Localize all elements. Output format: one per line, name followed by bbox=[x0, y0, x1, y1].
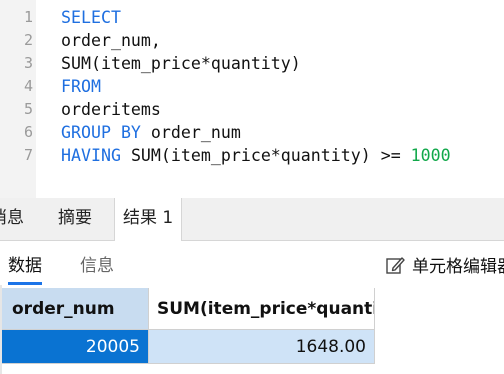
tab-result-1[interactable]: 结果 1 bbox=[114, 198, 183, 241]
result-toolbar: 数据 信息 单元格编辑器 bbox=[0, 241, 504, 285]
code-text: SELECT bbox=[61, 6, 121, 29]
line-number: 6 bbox=[23, 123, 33, 141]
sql-keyword: FROM bbox=[61, 77, 101, 96]
sql-token: SUM(item_price*quantity) >= bbox=[120, 146, 411, 165]
code-text: SUM(item_price*quantity) bbox=[61, 52, 301, 75]
cell-editor-label: 单元格编辑器 bbox=[412, 257, 504, 277]
code-text: HAVING SUM(item_price*quantity) >= 1000 bbox=[61, 144, 451, 167]
tab-messages[interactable]: 消息 bbox=[0, 198, 24, 240]
line-number: 3 bbox=[23, 54, 33, 72]
sql-token: order_num, bbox=[61, 31, 161, 50]
code-text: FROM bbox=[61, 75, 101, 98]
query-window: 1 SELECT 2 order_num, 3 SUM(item_price*quanti… bbox=[0, 0, 504, 374]
sql-editor[interactable]: 1 SELECT 2 order_num, 3 SUM(item_price*quanti… bbox=[0, 0, 504, 198]
sql-keyword: GROUP BY bbox=[61, 123, 141, 142]
code-text: orderitems bbox=[61, 98, 161, 121]
line-number: 5 bbox=[23, 100, 33, 118]
code-line[interactable]: 5 orderitems bbox=[0, 98, 504, 121]
result-tab-strip: 消息 摘要 结果 1 bbox=[0, 198, 504, 241]
line-number: 1 bbox=[23, 8, 33, 26]
sql-token: order_num bbox=[140, 123, 241, 142]
sql-keyword: SELECT bbox=[61, 8, 121, 27]
sql-number: 1000 bbox=[410, 146, 451, 165]
line-number: 4 bbox=[23, 77, 33, 95]
code-line[interactable]: 6 GROUP BY order_num bbox=[0, 121, 504, 144]
code-line[interactable]: 2 order_num, bbox=[0, 29, 504, 52]
code-line[interactable]: 3 SUM(item_price*quantity) bbox=[0, 52, 504, 75]
code-text: GROUP BY order_num bbox=[61, 121, 241, 144]
code-line[interactable]: 1 SELECT bbox=[0, 6, 504, 29]
sql-token: orderitems bbox=[61, 100, 161, 119]
sql-token: SUM(item_price*quantity) bbox=[61, 54, 301, 73]
code-line[interactable]: 7 HAVING SUM(item_price*quantity) >= 1000 bbox=[0, 144, 504, 167]
code-text: order_num, bbox=[61, 29, 161, 52]
line-number: 2 bbox=[23, 31, 33, 49]
tab-info[interactable]: 信息 bbox=[80, 251, 114, 276]
column-header-sum[interactable]: SUM(item_price*quantity) bbox=[149, 288, 375, 330]
tab-summary[interactable]: 摘要 bbox=[58, 198, 92, 240]
cell-sum[interactable]: 1648.00 bbox=[149, 330, 375, 364]
pencil-edit-icon bbox=[386, 257, 405, 274]
cell-editor-button[interactable]: 单元格编辑器 bbox=[384, 252, 504, 277]
line-number: 7 bbox=[23, 146, 33, 164]
cell-order-num[interactable]: 20005 bbox=[2, 330, 149, 364]
sql-keyword: HAVING bbox=[61, 146, 121, 165]
column-header-order-num[interactable]: order_num bbox=[2, 288, 149, 330]
tab-data[interactable]: 数据 bbox=[8, 251, 42, 285]
code-line[interactable]: 4 FROM bbox=[0, 75, 504, 98]
result-grid[interactable]: order_num SUM(item_price*quantity) 20005… bbox=[0, 285, 504, 374]
